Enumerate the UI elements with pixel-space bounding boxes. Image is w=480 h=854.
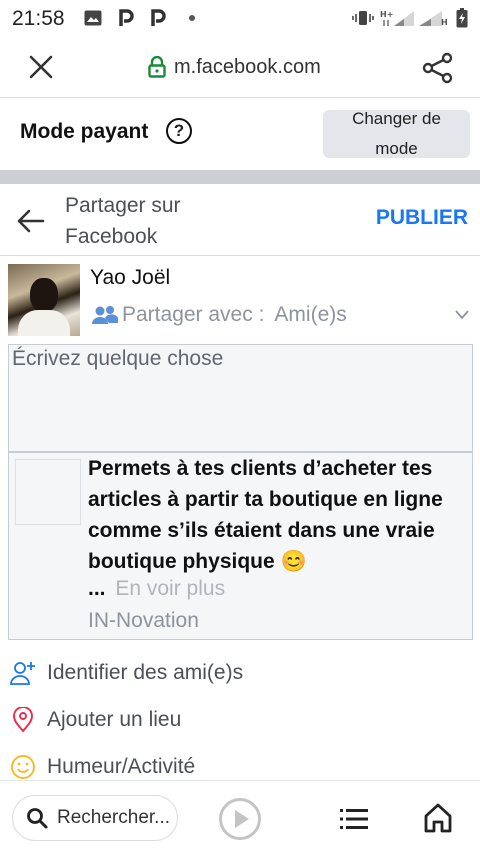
bottom-bar: Rechercher... bbox=[0, 780, 480, 854]
friends-icon bbox=[92, 306, 118, 324]
status-time: 21:58 bbox=[12, 7, 65, 30]
signal-h-plus-icon: H+ bbox=[380, 9, 416, 27]
signal-h-icon: H bbox=[418, 9, 448, 27]
share-icon[interactable] bbox=[422, 52, 454, 84]
home-icon[interactable] bbox=[424, 803, 452, 833]
section-divider bbox=[0, 170, 480, 184]
add-location-label: Ajouter un lieu bbox=[47, 708, 182, 731]
user-name: Yao Joël bbox=[90, 266, 171, 289]
see-more-link[interactable]: En voir plus bbox=[115, 577, 225, 600]
search-label: Rechercher... bbox=[57, 807, 170, 828]
smiley-icon bbox=[11, 755, 35, 779]
lock-icon bbox=[148, 56, 166, 78]
mode-label: Mode payant bbox=[20, 120, 149, 143]
dot-icon bbox=[188, 9, 196, 27]
url-display[interactable]: m.facebook.com bbox=[148, 54, 321, 80]
link-preview-card[interactable]: Permets à tes clients d’acheter tes arti… bbox=[8, 452, 473, 640]
ellipsis: ... bbox=[88, 577, 106, 600]
p-icon bbox=[118, 9, 134, 27]
list-menu-icon[interactable] bbox=[340, 808, 368, 830]
share-title: Partager sur Facebook bbox=[65, 194, 181, 248]
help-icon[interactable]: ? bbox=[166, 118, 192, 144]
tag-friends-icon bbox=[10, 662, 35, 685]
share-with-label: Partager avec : bbox=[122, 303, 265, 326]
back-arrow-icon[interactable] bbox=[16, 206, 46, 236]
browser-url-bar: m.facebook.com bbox=[0, 36, 480, 98]
search-button[interactable]: Rechercher... bbox=[12, 795, 178, 841]
change-mode-button[interactable]: Changer de mode bbox=[323, 109, 470, 158]
avatar bbox=[8, 264, 80, 336]
image-icon bbox=[84, 9, 102, 27]
chevron-down-icon[interactable] bbox=[454, 309, 470, 321]
url-text: m.facebook.com bbox=[174, 55, 321, 78]
link-site: IN-Novation bbox=[88, 609, 199, 632]
share-with-value: Ami(e)s bbox=[274, 303, 347, 326]
share-audience-selector[interactable]: Partager avec : Ami(e)s bbox=[92, 302, 347, 328]
add-location-action[interactable]: Ajouter un lieu bbox=[0, 700, 480, 740]
link-more-row: ... En voir plus bbox=[88, 577, 225, 601]
location-pin-icon bbox=[13, 707, 33, 733]
play-icon[interactable] bbox=[218, 797, 262, 841]
vibrate-icon bbox=[352, 9, 374, 27]
link-title: Permets à tes clients d’acheter tes arti… bbox=[88, 457, 443, 573]
tag-friends-action[interactable]: Identifier des ami(e)s bbox=[0, 653, 480, 693]
share-header: Partager sur Facebook PUBLIER bbox=[0, 184, 480, 256]
tag-friends-label: Identifier des ami(e)s bbox=[47, 661, 244, 684]
compose-textarea[interactable]: Écrivez quelque chose bbox=[8, 344, 473, 452]
svg-text:H: H bbox=[441, 18, 448, 27]
compose-placeholder: Écrivez quelque chose bbox=[12, 347, 224, 370]
status-bar: 21:58 H+ H bbox=[0, 0, 480, 36]
close-icon[interactable] bbox=[28, 54, 54, 80]
link-thumbnail bbox=[15, 459, 81, 525]
search-icon bbox=[27, 808, 48, 829]
svg-text:H+: H+ bbox=[380, 10, 393, 19]
publish-button[interactable]: PUBLIER bbox=[376, 206, 468, 230]
mood-activity-label: Humeur/Activité bbox=[47, 755, 196, 778]
p-icon bbox=[150, 9, 166, 27]
battery-icon bbox=[456, 8, 468, 28]
